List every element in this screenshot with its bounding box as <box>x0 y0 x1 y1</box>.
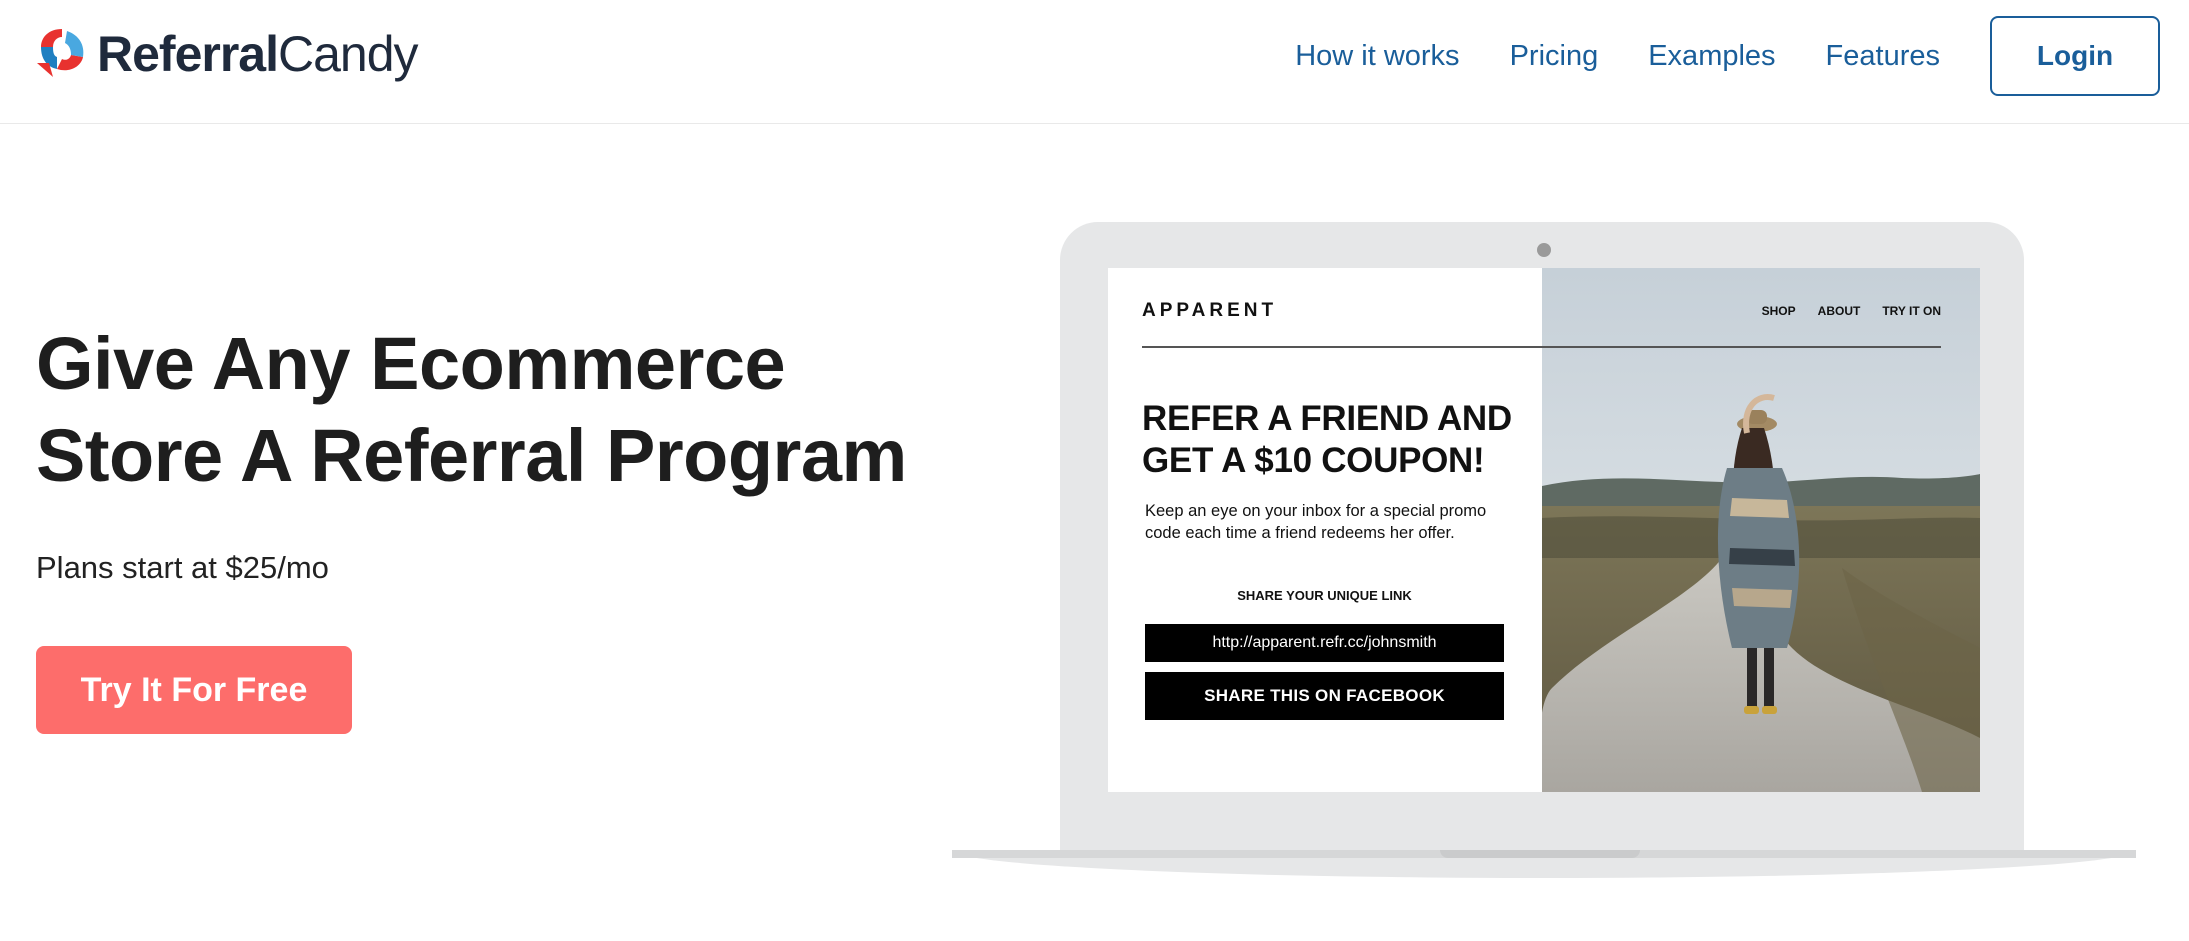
logo-wordmark: ReferralCandy <box>97 26 419 82</box>
logo-text-light: Candy <box>278 26 419 82</box>
mockup-body-text: Keep an eye on your inbox for a special … <box>1145 500 1505 544</box>
mockup-share-label: SHARE YOUR UNIQUE LINK <box>1237 588 1412 603</box>
mockup-nav: SHOP ABOUT TRY IT ON <box>1762 304 1941 318</box>
mockup-facebook-share-button: SHARE THIS ON FACEBOOK <box>1145 672 1504 720</box>
nav-how-it-works[interactable]: How it works <box>1295 40 1459 73</box>
hero-title: Give Any Ecommerce Store A Referral Prog… <box>36 318 936 502</box>
mockup-divider <box>1142 346 1941 348</box>
mockup-headline: REFER A FRIEND AND GET A $10 COUPON! <box>1142 398 1532 482</box>
mockup-nav-try-it-on: TRY IT ON <box>1882 304 1941 318</box>
laptop-camera <box>1537 243 1551 257</box>
nav-examples[interactable]: Examples <box>1648 40 1775 73</box>
hero-title-line-1: Give Any Ecommerce <box>36 322 786 405</box>
nav-features[interactable]: Features <box>1826 40 1940 73</box>
referralcandy-logo[interactable]: ReferralCandy <box>35 22 419 86</box>
mockup-nav-about: ABOUT <box>1817 304 1861 318</box>
try-it-for-free-button[interactable]: Try It For Free <box>36 646 352 734</box>
mockup-body-line-1: Keep an eye on your inbox for a special … <box>1145 502 1487 520</box>
laptop-notch <box>1440 850 1640 858</box>
mockup-referral-link: http://apparent.refr.cc/johnsmith <box>1145 624 1504 662</box>
mockup-nav-shop: SHOP <box>1761 304 1796 318</box>
logo-text-bold: Referral <box>97 26 279 82</box>
mockup-brand-logo: APPARENT <box>1142 300 1278 321</box>
main-nav: How it works Pricing Examples Features L… <box>1295 0 2160 112</box>
mockup-headline-line-1: REFER A FRIEND AND <box>1142 399 1512 438</box>
hero-title-line-2: Store A Referral Program <box>36 414 907 497</box>
nav-pricing[interactable]: Pricing <box>1510 40 1599 73</box>
laptop-screen: APPARENT SHOP ABOUT TRY IT ON REFER A FR… <box>1108 268 1980 792</box>
mockup-headline-line-2: GET A $10 COUPON! <box>1142 441 1485 480</box>
site-header: ReferralCandy How it works Pricing Examp… <box>0 0 2189 124</box>
login-button[interactable]: Login <box>1990 16 2160 96</box>
candy-swirl-icon <box>37 29 84 77</box>
pricing-subtitle: Plans start at $25/mo <box>36 550 329 585</box>
mockup-body-line-2: code each time a friend redeems her offe… <box>1145 524 1455 542</box>
